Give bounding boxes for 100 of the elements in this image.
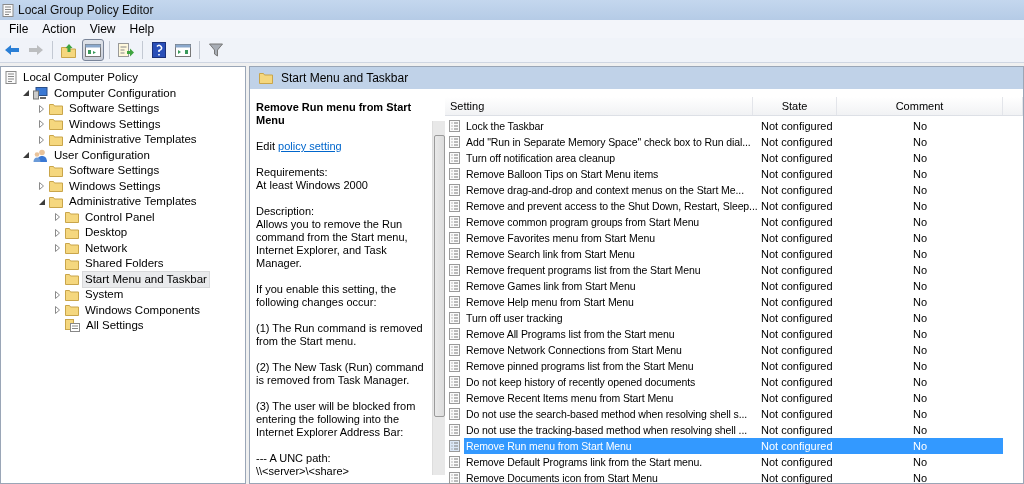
comment-cell-text: No [911, 343, 929, 358]
tree-item[interactable]: Network [82, 239, 131, 257]
setting-cell[interactable]: Remove Games link from Start Menu [464, 278, 753, 294]
state-cell-text: Not configured [760, 423, 834, 438]
window-title: Local Group Policy Editor [18, 3, 154, 17]
setting-cell[interactable]: Remove common program groups from Start Menu [464, 214, 753, 230]
folder-icon [49, 180, 63, 193]
tree-item[interactable]: System [82, 286, 127, 304]
state-cell-text: Not configured [760, 231, 834, 246]
tree-item[interactable]: Start Menu and Taskbar [82, 270, 210, 288]
setting-cell[interactable]: Turn off user tracking [464, 310, 753, 326]
expanded-arrow-icon[interactable] [22, 90, 29, 97]
comment-cell-text: No [911, 359, 929, 374]
state-cell-text: Not configured [760, 119, 834, 134]
policy-setting-link[interactable]: policy setting [278, 140, 342, 152]
folder-icon [65, 288, 79, 301]
folder-up-icon [61, 42, 77, 58]
setting-cell[interactable]: Remove Network Connections from Start Menu [464, 342, 753, 358]
setting-cell[interactable]: Remove Balloon Tips on Start Menu items [464, 166, 753, 182]
folder-icon [65, 242, 79, 255]
setting-cell[interactable]: Remove All Programs list from the Start menu [464, 326, 753, 342]
tree-item[interactable]: Administrative Templates [66, 131, 200, 149]
tree-item[interactable]: Desktop [82, 224, 131, 242]
state-cell-text: Not configured [760, 183, 834, 198]
document-icon [5, 71, 17, 85]
comment-cell-text: No [911, 295, 929, 310]
state-cell-text: Not configured [760, 279, 834, 294]
tree-item[interactable]: Software Settings [66, 162, 163, 180]
setting-cell[interactable]: Remove drag-and-drop and context menus on the Start Me... [464, 182, 753, 198]
menu-item[interactable]: Action [35, 22, 83, 36]
folder-icon [65, 226, 79, 239]
comment-cell-text: No [911, 471, 929, 484]
export-list-icon [118, 42, 134, 58]
policy-setting-icon [449, 376, 460, 388]
tree-item[interactable]: All Settings [83, 317, 147, 335]
tree-item[interactable]: Administrative Templates [66, 193, 200, 211]
setting-cell[interactable]: Lock the Taskbar [464, 118, 753, 134]
state-cell-text: Not configured [760, 295, 834, 310]
policy-setting-icon [449, 120, 460, 132]
description-text: If you enable this setting, the following changes occur: [256, 283, 398, 309]
expanded-arrow-icon[interactable] [38, 198, 45, 205]
collapsed-arrow-icon[interactable] [39, 182, 44, 191]
state-cell-text: Not configured [760, 151, 834, 166]
filter-icon [209, 43, 223, 57]
setting-cell[interactable]: Do not use the search-based method when resolving shell s... [464, 406, 753, 422]
setting-cell[interactable]: Remove pinned programs list from the Start Menu [464, 358, 753, 374]
setting-cell[interactable]: Remove frequent programs list from the Start Menu [464, 262, 753, 278]
policy-setting-icon [449, 440, 460, 452]
policy-setting-icon [449, 456, 460, 468]
state-cell-text: Not configured [760, 327, 834, 342]
tree-item[interactable]: Computer Configuration [51, 84, 180, 102]
tree-item[interactable]: Local Computer Policy [20, 69, 142, 87]
tree-item[interactable]: Windows Components [82, 301, 204, 319]
state-cell: Not configured [753, 438, 837, 454]
state-cell-text: Not configured [760, 135, 834, 150]
setting-cell[interactable]: Do not keep history of recently opened documents [464, 374, 753, 390]
setting-cell[interactable]: Remove Default Programs link from the Start menu. [464, 454, 753, 470]
setting-cell[interactable]: Remove Help menu from Start Menu [464, 294, 753, 310]
expanded-arrow-icon[interactable] [22, 152, 29, 159]
policy-setting-icon [449, 184, 460, 196]
policy-setting-icon [449, 152, 460, 164]
tree-item[interactable]: Shared Folders [82, 255, 167, 273]
tree-item[interactable]: Windows Settings [66, 177, 164, 195]
setting-title: Remove Run menu from Start Menu [256, 101, 413, 127]
scrollbar[interactable] [432, 121, 445, 475]
column-header[interactable]: Setting [445, 97, 753, 115]
comment-cell-text: No [911, 231, 929, 246]
comment-cell-text: No [911, 199, 929, 214]
policy-setting-icon [449, 168, 460, 180]
description-text: --- A UNC path: \\<server>\<share> [256, 452, 350, 478]
state-cell-text: Not configured [760, 407, 834, 422]
comment-cell-text: No [911, 455, 929, 470]
menu-item[interactable]: View [82, 22, 123, 36]
tree-item[interactable]: Windows Settings [66, 115, 164, 133]
tree-item[interactable]: Control Panel [82, 208, 158, 226]
tree-item[interactable]: User Configuration [51, 146, 153, 164]
policy-setting-icon [449, 248, 460, 260]
column-header[interactable]: Comment [837, 97, 1003, 115]
comment-cell-text: No [911, 279, 929, 294]
setting-cell[interactable]: Do not use the tracking-based method when resolving shell ... [464, 422, 753, 438]
folder-icon [65, 304, 79, 317]
comment-cell-text: No [911, 423, 929, 438]
computer-icon [33, 86, 48, 100]
comment-cell-text: No [911, 183, 929, 198]
state-cell-text: Not configured [760, 455, 834, 470]
menu-item[interactable]: File [2, 22, 36, 36]
setting-cell[interactable]: Remove and prevent access to the Shut Down, Restart, Sleep... [464, 198, 758, 214]
state-cell-text: Not configured [760, 215, 834, 230]
tree-item[interactable]: Software Settings [66, 100, 163, 118]
setting-cell[interactable]: Turn off notification area cleanup [464, 150, 753, 166]
setting-cell[interactable]: Remove Favorites menu from Start Menu [464, 230, 753, 246]
column-header[interactable]: State [753, 97, 837, 115]
setting-cell[interactable]: Remove Recent Items menu from Start Menu [464, 390, 753, 406]
menu-item[interactable]: Help [122, 22, 162, 36]
setting-cell[interactable]: Remove Search link from Start Menu [464, 246, 753, 262]
setting-cell[interactable]: Remove Documents icon from Start Menu [464, 470, 753, 484]
setting-cell[interactable]: Add "Run in Separate Memory Space" check box to Run dial... [464, 134, 753, 150]
help-icon [152, 42, 166, 58]
description-text: (2) The New Task (Run) command is removed from Task Manager. [256, 361, 425, 387]
comment-cell-text: No [911, 375, 929, 390]
